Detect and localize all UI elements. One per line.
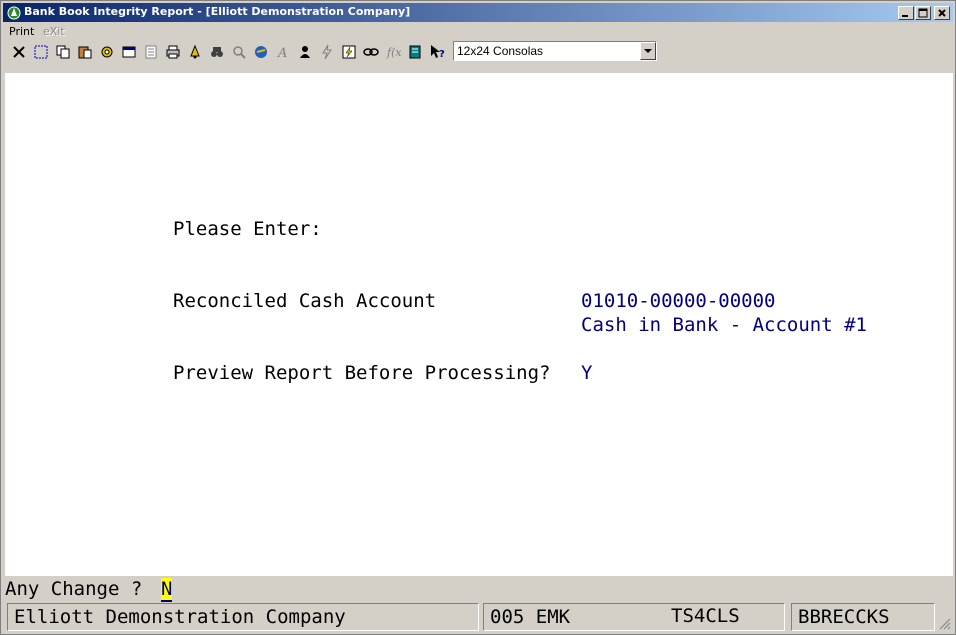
help-pointer-icon: ? xyxy=(431,45,445,60)
minimize-button[interactable] xyxy=(898,6,914,20)
menu-exit[interactable]: eXit xyxy=(43,25,65,38)
toolbar-lightning-button[interactable] xyxy=(317,42,337,62)
bell-icon xyxy=(190,44,200,59)
toolbar-copy-button[interactable] xyxy=(53,42,73,62)
toolbar-zoom-button[interactable] xyxy=(229,42,249,62)
properties-icon xyxy=(122,46,136,58)
prompt-bar: Any Change ? N xyxy=(5,577,953,602)
account-name-value: Cash in Bank - Account #1 xyxy=(581,314,867,336)
toolbar-settings-button[interactable] xyxy=(97,42,117,62)
status-terminal: TS4CLS xyxy=(671,605,740,627)
toolbar-print-button[interactable] xyxy=(163,42,183,62)
toolbar-find-button[interactable] xyxy=(207,42,227,62)
window-title: Bank Book Integrity Report - [Elliott De… xyxy=(24,5,411,18)
toolbar-select-button[interactable] xyxy=(31,42,51,62)
toolbar-notepad-button[interactable] xyxy=(141,42,161,62)
toolbar-properties-button[interactable] xyxy=(119,42,139,62)
print-icon xyxy=(166,45,180,59)
toolbar-function-button[interactable]: f(x) xyxy=(383,42,403,62)
book-icon xyxy=(409,45,421,59)
toolbar-user-button[interactable] xyxy=(295,42,315,62)
close-icon xyxy=(13,46,25,58)
close-icon xyxy=(938,9,946,17)
internet-icon xyxy=(255,46,267,58)
status-bar: Elliott Demonstration Company 005 EMK TS… xyxy=(5,603,953,632)
toolbar-link-button[interactable] xyxy=(361,42,381,62)
chevron-down-icon xyxy=(644,49,652,53)
svg-text:?: ? xyxy=(439,49,445,60)
minimize-icon xyxy=(902,15,908,17)
application-window: Bank Book Integrity Report - [Elliott De… xyxy=(0,0,956,635)
menu-print[interactable]: Print xyxy=(9,25,34,38)
account-number-field[interactable]: 01010-00000-00000 xyxy=(581,290,775,312)
font-size-value: 12x24 Consolas xyxy=(457,44,544,58)
reconciled-cash-account-label: Reconciled Cash Account xyxy=(173,290,437,312)
title-bar[interactable]: Bank Book Integrity Report - [Elliott De… xyxy=(3,3,953,22)
any-change-label: Any Change ? xyxy=(5,578,154,600)
maximize-icon xyxy=(918,8,928,18)
svg-text:f(x): f(x) xyxy=(386,46,401,59)
toolbar-help-button[interactable]: ? xyxy=(427,42,447,62)
preview-report-label: Preview Report Before Processing? xyxy=(173,362,551,384)
user-icon xyxy=(300,46,310,58)
toolbar-internet-button[interactable] xyxy=(251,42,271,62)
toolbar-book-button[interactable] xyxy=(405,42,425,62)
select-icon xyxy=(34,45,48,59)
any-change-input[interactable]: N xyxy=(161,578,173,602)
dropdown-button[interactable] xyxy=(640,42,656,60)
link-icon xyxy=(363,48,379,56)
magnify-icon xyxy=(233,46,246,59)
font-size-select[interactable]: 12x24 Consolas xyxy=(453,41,657,61)
resize-grip-icon[interactable] xyxy=(939,618,951,630)
app-icon[interactable] xyxy=(6,5,22,20)
svg-text:A: A xyxy=(277,46,287,60)
font-icon: A xyxy=(277,46,287,60)
paste-icon xyxy=(78,46,92,59)
please-enter-heading: Please Enter: xyxy=(173,218,322,240)
toolbar-close-button[interactable] xyxy=(9,42,29,62)
settings-icon xyxy=(101,46,113,58)
toolbar-bell-button[interactable] xyxy=(185,42,205,62)
function-icon: f(x) xyxy=(386,46,401,59)
toolbar-paste-button[interactable] xyxy=(75,42,95,62)
preview-report-field[interactable]: Y xyxy=(581,362,592,384)
lightning-icon xyxy=(322,44,332,60)
maximize-button[interactable] xyxy=(915,6,931,20)
toolbar-macro-button[interactable] xyxy=(339,42,359,62)
toolbar-font-button[interactable]: A xyxy=(273,42,293,62)
status-company: Elliott Demonstration Company xyxy=(7,603,479,631)
terminal-screen: Please Enter: Reconciled Cash Account 01… xyxy=(5,73,953,576)
any-change-value[interactable]: N xyxy=(161,578,173,602)
close-window-button[interactable] xyxy=(934,6,950,20)
status-program: BBRECCKS xyxy=(791,603,935,631)
binoculars-icon xyxy=(211,47,223,57)
notepad-icon xyxy=(145,45,157,59)
copy-icon xyxy=(56,45,70,59)
macro-icon xyxy=(342,45,356,59)
